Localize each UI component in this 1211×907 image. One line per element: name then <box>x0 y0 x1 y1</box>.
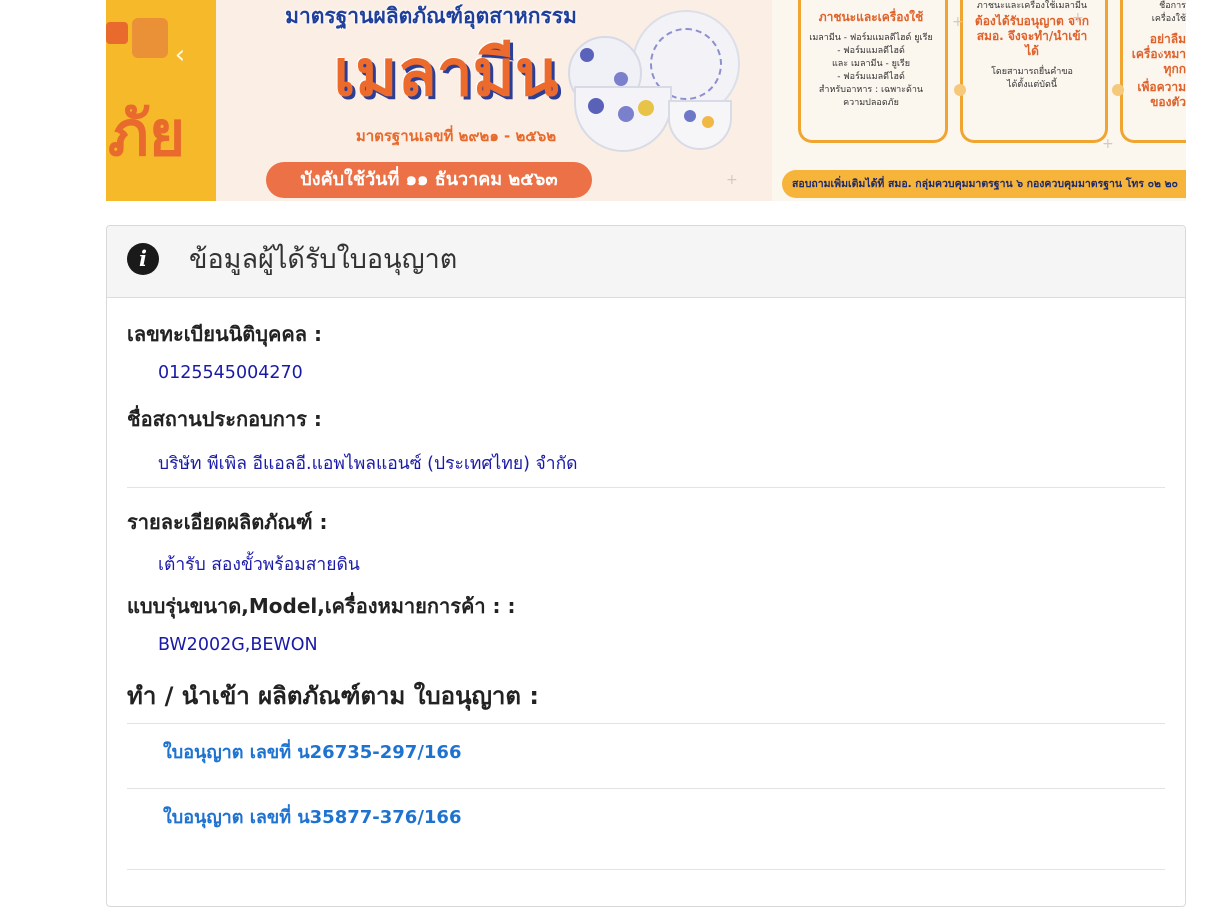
promo-banner: ภัย ‹ มาตรฐานผลิตภัณฑ์อุตสาหกรรม เมลามีน… <box>106 0 1186 201</box>
bowl-image-small <box>668 100 732 150</box>
flow-col1-heading: ภาชนะและเครื่องใช้ <box>818 10 924 24</box>
licensee-info-panel: i ข้อมูลผู้ได้รับใบอนุญาต เลขทะเบียนนิติ… <box>106 225 1186 907</box>
field-value-product-detail: เต้ารับ สองขั้วพร้อมสายดิน <box>158 555 360 575</box>
field-value-model: BW2002G,BEWON <box>158 635 318 655</box>
chevron-left-icon[interactable]: ‹ <box>168 40 192 70</box>
decor-plus: + <box>1072 10 1084 26</box>
banner-effective-date: บังคับใช้วันที่ ๑๑ ธันวาคม ๒๕๖๓ <box>266 162 592 198</box>
flow-col1-line: และ เมลามีน - ยูเรีย <box>831 59 911 69</box>
divider <box>127 869 1165 870</box>
field-value-registration-no: 0125545004270 <box>158 363 303 383</box>
field-label-company-name: ชื่อสถานประกอบการ : <box>127 407 322 431</box>
flow-col3-line: เครื่องใช้ <box>1151 14 1186 24</box>
flow-col1-line: ความปลอดภัย <box>843 98 899 108</box>
field-value-company-name: บริษัท พีเพิล อีแอลอี.แอพไพลแอนซ์ (ประเท… <box>158 454 578 474</box>
info-icon: i <box>127 243 159 275</box>
divider <box>127 788 1165 789</box>
flow-col2-line: ได้ตั้งแต่บัดนี้ <box>1007 80 1057 90</box>
flow-node <box>954 84 966 96</box>
field-label-model: แบบรุ่นขนาด,Model,เครื่องหมายการค้า : : <box>127 594 516 618</box>
flow-col1-line: - ฟอร์มแมลดีไฮด์ <box>837 72 905 82</box>
flow-col3-heading: อย่าลืม เครื่องหมา ทุกก <box>1131 32 1186 76</box>
flow-col3-line: ชื่อการ <box>1159 1 1186 11</box>
flow-col2-line: โดยสามารถยื่นคำขอ <box>991 67 1073 77</box>
banner-prev-slide-text: ภัย <box>108 97 186 170</box>
field-label-product-detail: รายละเอียดผลิตภัณฑ์ : <box>127 510 328 534</box>
banner-top-title: มาตรฐานผลิตภัณฑ์อุตสาหกรรม <box>285 4 577 28</box>
field-label-registration-no: เลขทะเบียนนิติบุคคล : <box>127 322 322 346</box>
banner-contact-strip: สอบถามเพิ่มเติมได้ที่ สมอ. กลุ่มควบคุมมา… <box>782 170 1186 198</box>
flow-col1-line: เมลามีน - ฟอร์มแมลดีไฮด์ ยูเรีย <box>809 33 933 43</box>
divider <box>127 487 1165 488</box>
flow-col1-line: - ฟอร์มแมลดีไฮด์ <box>837 46 905 56</box>
decor-plus: + <box>1102 136 1114 152</box>
divider <box>127 723 1165 724</box>
licenses-heading: ทำ / นำเข้า ผลิตภัณฑ์ตาม ใบอนุญาต : <box>127 682 539 710</box>
decor-plus: + <box>726 172 738 188</box>
flow-col1-line: สำหรับอาหาร : เฉพาะด้าน <box>818 85 924 95</box>
flow-node <box>1112 84 1124 96</box>
license-link[interactable]: ใบอนุญาต เลขที่ น35877-376/166 <box>163 802 461 831</box>
banner-melamine-panel: มาตรฐานผลิตภัณฑ์อุตสาหกรรม เมลามีน มาตรฐ… <box>216 0 772 201</box>
banner-big-title: เมลามีน <box>333 37 559 111</box>
banner-decor-box <box>132 18 168 58</box>
banner-flow-panel: ภาชนะและเครื่องใช้ เมลามีน - ฟอร์มแมลดีไ… <box>726 0 1186 201</box>
banner-decor-dot <box>106 22 128 44</box>
panel-title: ข้อมูลผู้ได้รับใบอนุญาต <box>189 244 458 275</box>
bowl-image <box>574 86 672 152</box>
flow-col3-tail: เพื่อความ ของตัว <box>1137 80 1186 109</box>
banner-standard-number: มาตรฐานเลขที่ ๒๙๒๑ - ๒๕๖๒ <box>355 127 557 145</box>
license-link[interactable]: ใบอนุญาต เลขที่ น26735-297/166 <box>163 737 461 766</box>
decor-plus: + <box>952 14 964 30</box>
banner-prev-slide-fragment: ภัย <box>106 0 216 201</box>
panel-header: i ข้อมูลผู้ได้รับใบอนุญาต <box>107 226 1185 298</box>
chevron-right-icon[interactable]: › <box>1158 40 1168 70</box>
